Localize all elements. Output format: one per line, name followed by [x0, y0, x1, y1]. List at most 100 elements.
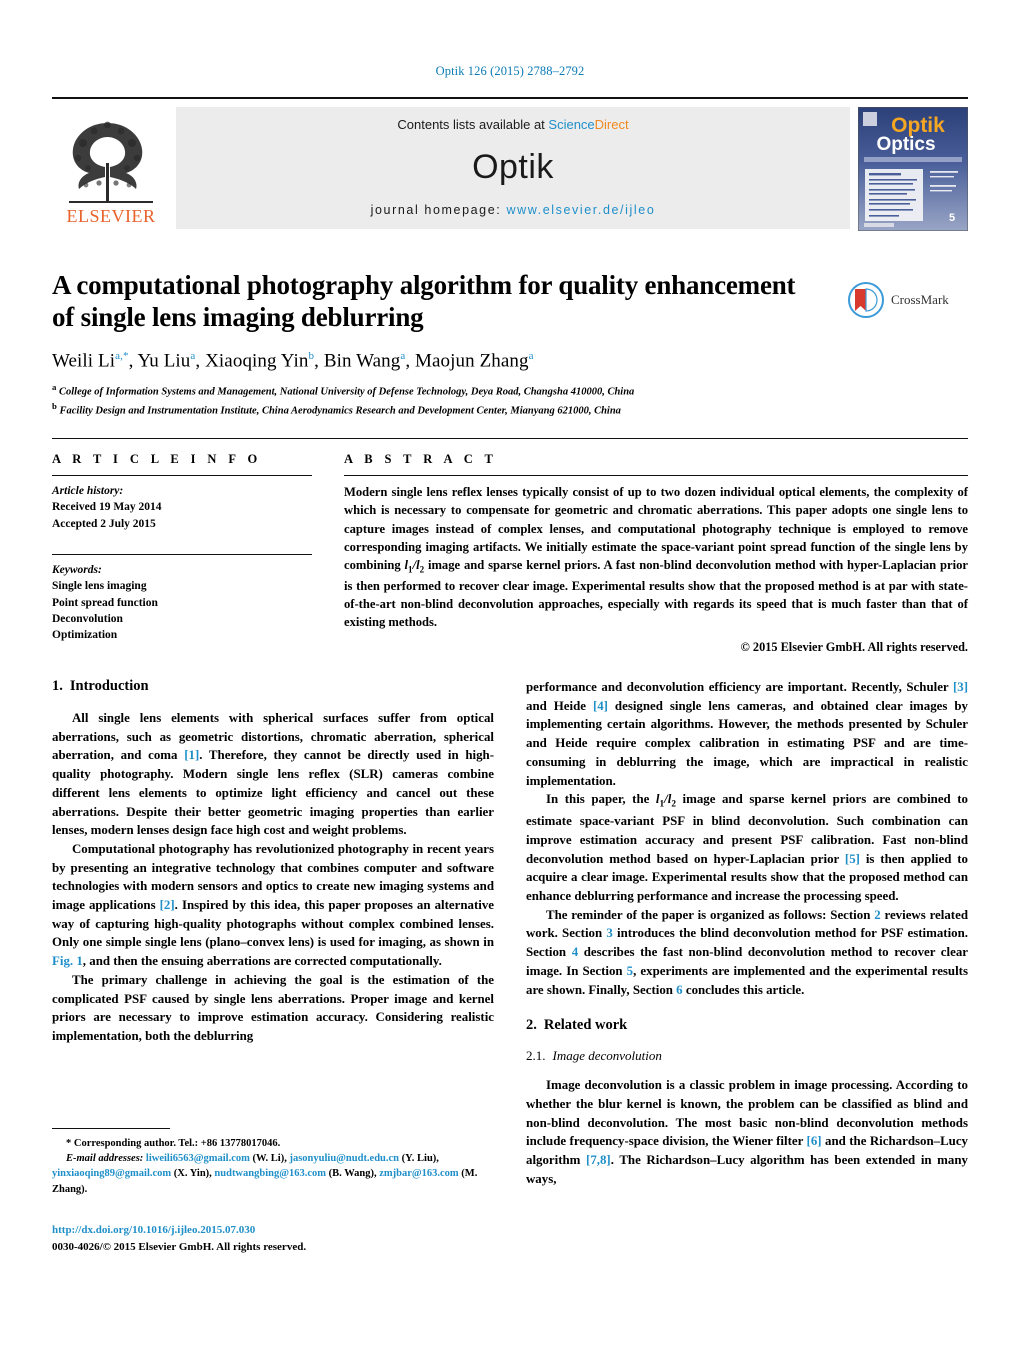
elsevier-logo: ELSEVIER [52, 107, 170, 229]
right-p1-b: and Heide [526, 698, 593, 713]
publication-footer: http://dx.doi.org/10.1016/j.ijleo.2015.0… [52, 1222, 494, 1255]
intro-p2-c: , and then the ensuing aberrations are c… [82, 954, 442, 969]
section-title: Introduction [69, 678, 149, 694]
keyword-item: Point spread function [52, 596, 158, 609]
keyword-item: Single lens imaging [52, 580, 147, 593]
author-affil-marker: a [400, 349, 406, 362]
article-received: Received 19 May 2014 [52, 501, 162, 514]
author-affil-marker: b [308, 349, 315, 362]
email-link-1[interactable]: jasonyuliu@nudt.edu.cn [289, 1153, 399, 1164]
svg-text:Optics: Optics [876, 134, 935, 155]
cover-image: Optik Optics 5 [857, 106, 969, 232]
crossmark-icon [848, 282, 884, 318]
email-addresses-line: E-mail addresses: liweili6563@gmail.com … [52, 1151, 494, 1197]
crossmark-badge[interactable]: CrossMark [848, 282, 968, 318]
abstract-heading: A B S T R A C T [344, 452, 498, 466]
right-paragraph-1: performance and deconvolution efficiency… [526, 678, 968, 790]
right-paragraph-2: In this paper, the l1/l2 image and spars… [526, 790, 968, 906]
section-title: Related work [543, 1017, 628, 1034]
email-owner-2: (X. Yin), [173, 1168, 212, 1180]
citation-ref-5[interactable]: [5] [845, 852, 860, 866]
keywords-label: Keywords: [52, 563, 102, 576]
keyword-item: Optimization [52, 629, 118, 642]
section-heading-related-work: 2. Related work [526, 1017, 968, 1034]
article-info-rule-top [52, 475, 312, 476]
article-info-column: A R T I C L E I N F O Article history: R… [52, 452, 312, 655]
contents-available-line: Contents lists available at ScienceDirec… [397, 117, 628, 132]
affiliation-b: b Facility Design and Instrumentation In… [52, 400, 968, 419]
body-column-left: 1. Introduction All single lens elements … [52, 678, 494, 1189]
right-p1-a: performance and deconvolution efficiency… [526, 680, 953, 694]
figure-ref-1[interactable]: Fig. 1 [52, 954, 83, 968]
keyword-item: Deconvolution [52, 612, 123, 625]
abstract-copyright: © 2015 Elsevier GmbH. All rights reserve… [740, 640, 968, 655]
section-heading-introduction: 1. Introduction [52, 678, 494, 695]
journal-masthead: ELSEVIER Contents lists available at Sci… [52, 97, 969, 232]
article-history-group: Article history: Received 19 May 2014 Ac… [52, 483, 312, 532]
sciencedirect-direct: Direct [594, 117, 629, 132]
page-title: A computational photography algorithm fo… [52, 270, 796, 332]
author-affil-marker: a,* [115, 349, 129, 362]
right-p3-a: The reminder of the paper is organized a… [546, 907, 875, 922]
subsection-title: Image deconvolution [552, 1048, 662, 1064]
elsevier-tree-icon [69, 121, 153, 203]
author-affil-marker: a [190, 349, 196, 362]
issn-copyright: 0030-4026/© 2015 Elsevier GmbH. All righ… [52, 1240, 307, 1253]
citation-ref-2[interactable]: [2] [160, 898, 175, 912]
header-divider [52, 438, 968, 439]
affiliation-b-text: Facility Design and Instrumentation Inst… [59, 405, 621, 417]
email-link-3[interactable]: nudtwangbing@163.com [214, 1168, 326, 1179]
abstract-rule [344, 475, 968, 476]
doi-link[interactable]: http://dx.doi.org/10.1016/j.ijleo.2015.0… [52, 1222, 494, 1239]
right-p3-f: concludes this article. [682, 982, 805, 997]
article-info-rule-mid [52, 553, 312, 555]
email-owner-1: (Y. Liu), [401, 1153, 439, 1165]
citation-ref-7-8[interactable]: [7,8] [586, 1153, 611, 1167]
affiliation-a-text: College of Information Systems and Manag… [59, 386, 635, 398]
keywords-group: Keywords: Single lens imaging Point spre… [52, 562, 312, 644]
abstract-text: Modern single lens reflex lenses typical… [344, 483, 968, 631]
email-link-0[interactable]: liweili6563@gmail.com [146, 1153, 250, 1164]
article-info-heading: A R T I C L E I N F O [52, 452, 262, 466]
footnote-block: * Corresponding author. Tel.: +86 137780… [52, 1128, 494, 1197]
email-link-4[interactable]: zmjbar@163.com [379, 1168, 458, 1179]
body-columns: 1. Introduction All single lens elements … [52, 678, 968, 1189]
affiliation-b-marker: b [52, 400, 57, 411]
cover-issue-number: 5 [949, 212, 955, 224]
journal-article-page: Optik 126 (2015) 2788–2792 ELSEVIER Cont… [0, 0, 1020, 1351]
footnote-rule [52, 1128, 170, 1129]
subsection-heading-image-deconvolution: 2.1. Image deconvolution [526, 1048, 968, 1064]
author-list: Weili Lia,*, Yu Liua, Xiaoqing Yinb, Bin… [52, 349, 534, 372]
masthead-center: Contents lists available at ScienceDirec… [176, 107, 850, 229]
citation-ref-4[interactable]: [4] [593, 699, 608, 713]
article-accepted: Accepted 2 July 2015 [52, 517, 156, 530]
journal-homepage-line: journal homepage: www.elsevier.de/ijleo [371, 203, 656, 217]
affiliation-list: a College of Information Systems and Man… [52, 381, 968, 418]
journal-title: Optik [472, 148, 554, 186]
author-affil-marker: a [528, 349, 534, 362]
intro-paragraph-2: Computational photography has revolution… [52, 840, 494, 971]
subsection-number: 2.1. [526, 1048, 546, 1064]
corresponding-author-note: * Corresponding author. Tel.: +86 137780… [66, 1138, 281, 1149]
sciencedirect-link[interactable]: ScienceDirect [548, 117, 628, 132]
info-abstract-region: A R T I C L E I N F O Article history: R… [52, 452, 968, 655]
crossmark-label: CrossMark [891, 292, 949, 307]
homepage-url-link[interactable]: www.elsevier.de/ijleo [506, 203, 655, 217]
intro-paragraph-1: All single lens elements with spherical … [52, 709, 494, 840]
citation-ref-1[interactable]: [1] [184, 748, 199, 762]
related-paragraph-1: Image deconvolution is a classic problem… [526, 1076, 968, 1188]
email-label: E-mail addresses: [66, 1153, 144, 1165]
citation-ref-3[interactable]: [3] [953, 680, 968, 694]
abstract-part-2: image and sparse kernel priors. A fast n… [344, 558, 968, 630]
article-header: CrossMark A computational photography al… [52, 270, 968, 418]
email-link-2[interactable]: yinxiaoqing89@gmail.com [52, 1168, 171, 1179]
section-number: 1. [52, 678, 63, 694]
section-number: 2. [526, 1017, 537, 1034]
citation-ref-6[interactable]: [6] [807, 1134, 822, 1148]
body-column-right: performance and deconvolution efficiency… [526, 678, 968, 1189]
sciencedirect-science: Science [548, 117, 595, 132]
abstract-column: A B S T R A C T Modern single lens refle… [344, 452, 968, 655]
affiliation-a: a College of Information Systems and Man… [52, 381, 968, 400]
footnote-text: * Corresponding author. Tel.: +86 137780… [52, 1136, 494, 1197]
right-paragraph-3: The reminder of the paper is organized a… [526, 906, 968, 1000]
